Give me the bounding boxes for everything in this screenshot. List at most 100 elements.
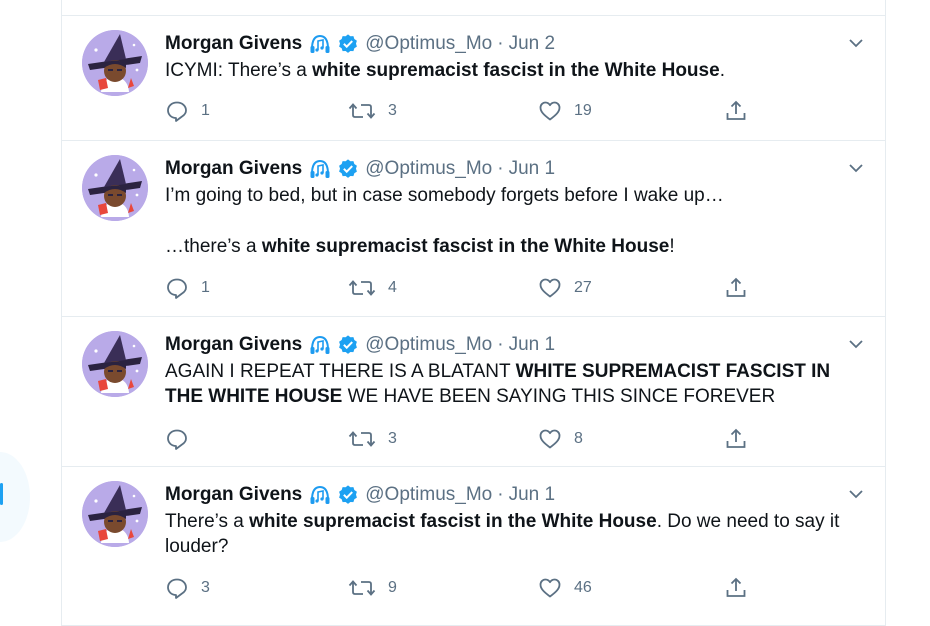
tweet[interactable]: Morgan Givens @Optimus_Mo · Jun 1 There’s a … [62,467,885,626]
separator-dot: · [497,33,504,54]
author-handle[interactable]: @Optimus_Mo [365,33,492,55]
emphasized-text: white supremacist fascist in the White H… [312,60,720,81]
like-count: 46 [574,579,592,596]
author-name[interactable]: Morgan Givens [165,33,302,55]
music-headphones-icon [308,484,332,506]
retweet-button[interactable]: 4 [348,273,397,303]
more-options-chevron-icon[interactable] [845,157,867,179]
separator-dot: · [497,158,504,179]
text-segment: WE HAVE BEEN SAYING THIS SINCE FOREVER [342,386,776,407]
emphasized-text: white supremacist fascist in the White H… [249,511,657,532]
share-button[interactable] [724,573,748,603]
tweet-header: Morgan Givens @Optimus_Mo · Jun 2 [165,32,865,56]
reply-icon [165,99,189,123]
heart-icon [538,576,562,600]
tweet-actions: 1 4 27 [165,273,765,303]
author-handle[interactable]: @Optimus_Mo [365,334,492,356]
retweet-icon [348,99,376,123]
avatar[interactable] [82,331,148,397]
like-button[interactable]: 8 [538,424,583,454]
share-button[interactable] [724,96,748,126]
tweet-text: I’m going to bed, but in case somebody f… [165,183,865,259]
tweet-paragraph: There’s a white supremacist fascist in t… [165,509,865,559]
separator-dot: · [497,334,504,355]
previous-tweet-edge [62,0,885,16]
heart-icon [538,99,562,123]
author-name[interactable]: Morgan Givens [165,158,302,180]
tweet-content: Morgan Givens @Optimus_Mo · Jun 1 There’s a … [165,483,865,559]
share-button[interactable] [724,273,748,303]
reply-icon [165,276,189,300]
retweet-icon [348,427,376,451]
share-icon [724,427,748,451]
author-name[interactable]: Morgan Givens [165,484,302,506]
retweet-button[interactable]: 3 [348,96,397,126]
tweet[interactable]: Morgan Givens @Optimus_Mo · Jun 1 AGAIN I RE… [62,317,885,467]
text-segment: There’s a [165,511,250,532]
more-options-chevron-icon[interactable] [845,333,867,355]
tweet-header: Morgan Givens @Optimus_Mo · Jun 1 [165,483,865,507]
share-button[interactable] [724,424,748,454]
text-segment: ! [669,236,675,257]
retweet-count: 3 [388,102,397,119]
share-icon [724,276,748,300]
tweet-content: Morgan Givens @Optimus_Mo · Jun 2 ICYMI: The… [165,32,865,83]
tweet-paragraph: ICYMI: There’s a white supremacist fasci… [165,58,865,83]
music-headphones-icon [308,33,332,55]
avatar[interactable] [82,481,148,547]
separator-dot: · [497,484,504,505]
retweet-icon [348,576,376,600]
retweet-button[interactable]: 9 [348,573,397,603]
tweet-paragraph: AGAIN I REPEAT THERE IS A BLATANT WHITE … [165,359,865,409]
retweet-count: 4 [388,279,397,296]
reply-count: 3 [201,579,210,596]
tweet-date[interactable]: Jun 1 [509,484,555,506]
side-nav-active-indicator [0,483,3,505]
retweet-count: 9 [388,579,397,596]
avatar[interactable] [82,155,148,221]
reply-button[interactable]: 1 [165,273,210,303]
tweet-date[interactable]: Jun 1 [509,158,555,180]
tweet[interactable]: Morgan Givens @Optimus_Mo · Jun 2 ICYMI: The… [62,16,885,141]
author-handle[interactable]: @Optimus_Mo [365,158,492,180]
like-button[interactable]: 46 [538,573,592,603]
tweet[interactable]: Morgan Givens @Optimus_Mo · Jun 1 I’m going … [62,141,885,317]
music-headphones-icon [308,158,332,180]
text-segment: ICYMI: There’s a [165,60,313,81]
author-handle[interactable]: @Optimus_Mo [365,484,492,506]
verified-badge-icon [337,334,359,356]
retweet-count: 3 [388,430,397,447]
text-segment: I’m going to bed, but in case somebody f… [165,185,724,206]
like-count: 8 [574,430,583,447]
tweet-date[interactable]: Jun 2 [509,33,555,55]
reply-button[interactable]: 3 [165,573,210,603]
text-segment: …there’s a [165,236,262,257]
tweet-date[interactable]: Jun 1 [509,334,555,356]
text-segment: AGAIN I REPEAT THERE IS A BLATANT [165,361,516,382]
more-options-chevron-icon[interactable] [845,32,867,54]
verified-badge-icon [337,484,359,506]
verified-badge-icon [337,158,359,180]
reply-button[interactable] [165,424,201,454]
tweet-content: Morgan Givens @Optimus_Mo · Jun 1 I’m going … [165,157,865,259]
reply-icon [165,576,189,600]
like-button[interactable]: 19 [538,96,592,126]
heart-icon [538,276,562,300]
tweet-actions: 3 9 46 [165,573,765,603]
avatar[interactable] [82,30,148,96]
more-options-chevron-icon[interactable] [845,483,867,505]
reply-button[interactable]: 1 [165,96,210,126]
side-nav-hover-highlight [0,452,30,542]
author-name[interactable]: Morgan Givens [165,334,302,356]
text-segment: . [719,60,725,81]
tweet-content: Morgan Givens @Optimus_Mo · Jun 1 AGAIN I RE… [165,333,865,409]
like-button[interactable]: 27 [538,273,592,303]
retweet-button[interactable]: 3 [348,424,397,454]
retweet-icon [348,276,376,300]
reply-count: 1 [201,102,210,119]
music-headphones-icon [308,334,332,356]
tweet-paragraph: …there’s a white supremacist fascist in … [165,234,865,259]
tweet-header: Morgan Givens @Optimus_Mo · Jun 1 [165,157,865,181]
like-count: 27 [574,279,592,296]
tweet-text: There’s a white supremacist fascist in t… [165,509,865,559]
